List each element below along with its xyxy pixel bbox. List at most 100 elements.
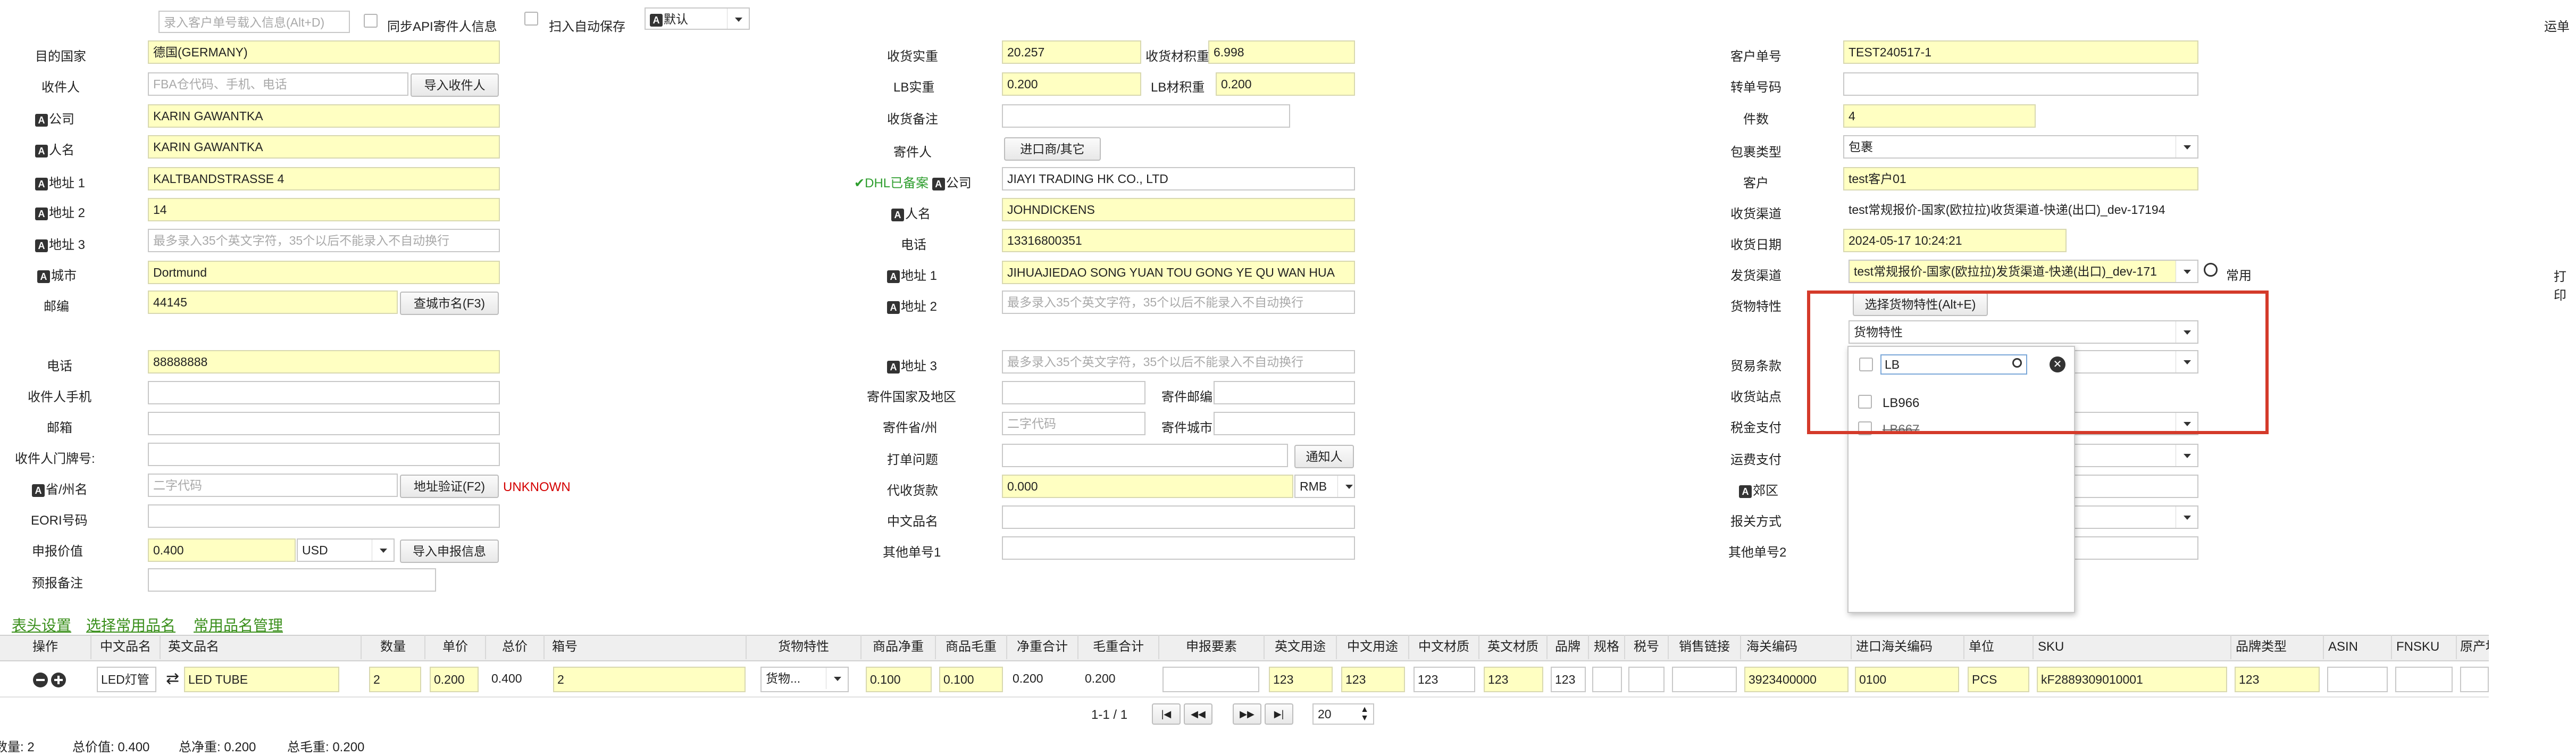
cell-goods-select[interactable]: 货物... (760, 667, 849, 692)
cell-spec[interactable] (1592, 667, 1622, 692)
address-status: UNKNOWN (503, 480, 571, 494)
cell-cn-material[interactable]: 123 (1414, 667, 1475, 692)
lb-vol-field[interactable]: 0.200 (1216, 72, 1355, 96)
receiver-phone-field[interactable]: 88888888 (148, 350, 500, 374)
actual-weight-field[interactable]: 20.257 (1002, 40, 1141, 64)
swap-icon[interactable]: ⇄ (166, 669, 179, 688)
cod-field[interactable]: 0.000 (1002, 475, 1293, 498)
receiver-addr1-field[interactable]: KALTBANDSTRASSE 4 (148, 167, 500, 190)
notify-button[interactable]: 通知人 (1294, 445, 1354, 468)
sender-name-field[interactable]: JOHNDICKENS (1002, 198, 1355, 221)
cod-currency-select[interactable]: RMB (1294, 475, 1355, 498)
pieces-field[interactable]: 4 (1843, 104, 2036, 128)
common-label: 常用 (2226, 269, 2252, 283)
receiver-addr2-field[interactable]: 14 (148, 198, 500, 221)
cell-en-use[interactable]: 123 (1269, 667, 1333, 692)
cell-en-material[interactable]: 123 (1484, 667, 1543, 692)
recv-channel-field[interactable]: test常规报价-国家(欧拉拉)收货渠道-快递(出口)_dev-17194 (1843, 198, 2215, 221)
last-page-button[interactable]: ▶| (1265, 703, 1293, 725)
receiver-state-field[interactable]: 二字代码 (148, 474, 398, 497)
sender-state-field[interactable]: 二字代码 (1002, 412, 1145, 435)
cell-gross-weight[interactable]: 0.100 (939, 667, 1003, 692)
cn-name-field[interactable] (1002, 505, 1355, 529)
forecast-note-field[interactable] (148, 568, 436, 592)
cell-box-no[interactable]: 2 (553, 667, 746, 692)
cell-brand[interactable]: 123 (1551, 667, 1586, 692)
next-page-button[interactable]: ▶▶ (1233, 703, 1261, 725)
cell-declare-elements[interactable] (1162, 667, 1259, 692)
bulk-load-input[interactable]: 录入客户单号载入信息(Alt+D) (158, 11, 350, 33)
clock-icon[interactable] (2204, 263, 2218, 277)
cell-asin[interactable] (2327, 667, 2388, 692)
add-row-icon[interactable] (51, 673, 66, 687)
recv-date-field[interactable]: 2024-05-17 10:24:21 (1843, 229, 2067, 252)
print-issue-field[interactable] (1002, 444, 1288, 467)
lb-weight-field[interactable]: 0.200 (1002, 72, 1141, 96)
receiver-email-field[interactable] (148, 412, 500, 435)
recv-note-field[interactable] (1002, 104, 1290, 128)
page-size-select[interactable]: 20 ▲ ▼ (1312, 703, 1374, 725)
vol-weight-field[interactable]: 6.998 (1208, 40, 1355, 64)
receiver-postcode-field[interactable]: 44145 (148, 291, 398, 314)
header-settings-link[interactable]: 表头设置 (12, 614, 71, 635)
sender-addr2-field[interactable]: 最多录入35个英文字符，35个以后不能录入不自动换行 (1002, 291, 1355, 314)
cell-cn-use[interactable]: 123 (1341, 667, 1405, 692)
remove-row-icon[interactable] (33, 673, 48, 687)
sender-phone-field[interactable]: 13316800351 (1002, 229, 1355, 252)
cell-sku[interactable]: kF2889309010001 (2037, 667, 2227, 692)
eori-field[interactable] (148, 504, 500, 528)
importer-other-button[interactable]: 进口商/其它 (1004, 137, 1101, 161)
scan-autosave-checkbox[interactable] (524, 12, 538, 26)
col-header: 中文品名 (91, 635, 161, 659)
sync-api-checkbox[interactable] (364, 14, 378, 28)
sender-addr1-field[interactable]: JIHUAJIEDAO SONG YUAN TOU GONG YE QU WAN… (1002, 261, 1355, 284)
cell-import-hs[interactable]: 0100 (1855, 667, 1959, 692)
dest-country-field[interactable]: 德国(GERMANY) (148, 40, 500, 64)
label-name: A 人名 (35, 139, 74, 158)
prev-page-button[interactable]: ◀◀ (1184, 703, 1212, 725)
cell-tax-no[interactable] (1628, 667, 1665, 692)
import-declare-button[interactable]: 导入申报信息 (400, 540, 499, 563)
receiver-addr3-field[interactable]: 最多录入35个英文字符，35个以后不能录入不自动换行 (148, 229, 500, 252)
sender-postcode-field[interactable] (1214, 381, 1355, 404)
import-receiver-button[interactable]: 导入收件人 (411, 73, 499, 97)
receiver-name-field[interactable]: KARIN GAWANTKA (148, 135, 500, 159)
cell-brand-type[interactable]: 123 (2235, 667, 2320, 692)
cell-hs-code[interactable]: 3923400000 (1744, 667, 1849, 692)
cell-unit[interactable]: PCS (1968, 667, 2029, 692)
sender-addr3-field[interactable]: 最多录入35个英文字符，35个以后不能录入不自动换行 (1002, 350, 1355, 374)
customer-field[interactable]: test客户01 (1843, 167, 2198, 190)
default-select[interactable]: A 默认 (645, 7, 750, 30)
transfer-no-field[interactable] (1843, 72, 2198, 96)
receiver-door-field[interactable] (148, 443, 500, 466)
lookup-city-button[interactable]: 查城市名(F3) (400, 292, 499, 315)
chevron-down-icon (727, 9, 749, 29)
sync-api-label: 同步API寄件人信息 (387, 20, 497, 34)
first-page-button[interactable]: |◀ (1152, 703, 1181, 725)
cell-origin[interactable] (2460, 667, 2489, 692)
cell-en-name[interactable]: LED TUBE (184, 667, 339, 692)
cell-cn-name[interactable]: LED灯管 (97, 667, 156, 692)
cell-net-weight[interactable]: 0.100 (866, 667, 932, 692)
receiver-city-field[interactable]: Dortmund (148, 261, 500, 284)
cell-sale-link[interactable] (1672, 667, 1737, 692)
cell-qty[interactable]: 2 (369, 667, 421, 692)
col-header: 毛重合计 (1078, 635, 1159, 659)
address-verify-button[interactable]: 地址验证(F2) (400, 475, 499, 498)
ship-channel-select[interactable]: test常规报价-国家(欧拉拉)发货渠道-快递(出口)_dev-171 (1849, 260, 2198, 283)
declared-value-field[interactable]: 0.400 (148, 538, 296, 562)
pack-type-select[interactable]: 包裹 (1843, 135, 2198, 159)
sender-city-field[interactable] (1214, 412, 1355, 435)
receiver-mobile-field[interactable] (148, 381, 500, 404)
choose-product-link[interactable]: 选择常用品名 (86, 614, 175, 635)
sender-country-field[interactable] (1002, 381, 1145, 404)
cell-unit-price[interactable]: 0.200 (430, 667, 479, 692)
receiver-company-field[interactable]: KARIN GAWANTKA (148, 104, 500, 128)
cell-fnsku[interactable] (2395, 667, 2453, 692)
declared-currency-select[interactable]: USD (297, 538, 395, 562)
sender-company-field[interactable]: JIAYI TRADING HK CO., LTD (1002, 167, 1355, 190)
other-no1-field[interactable] (1002, 536, 1355, 560)
customer-no-field[interactable]: TEST240517-1 (1843, 40, 2198, 64)
manage-product-link[interactable]: 常用品名管理 (194, 614, 283, 635)
receiver-search-input[interactable]: FBA仓代码、手机、电话 (148, 72, 408, 96)
